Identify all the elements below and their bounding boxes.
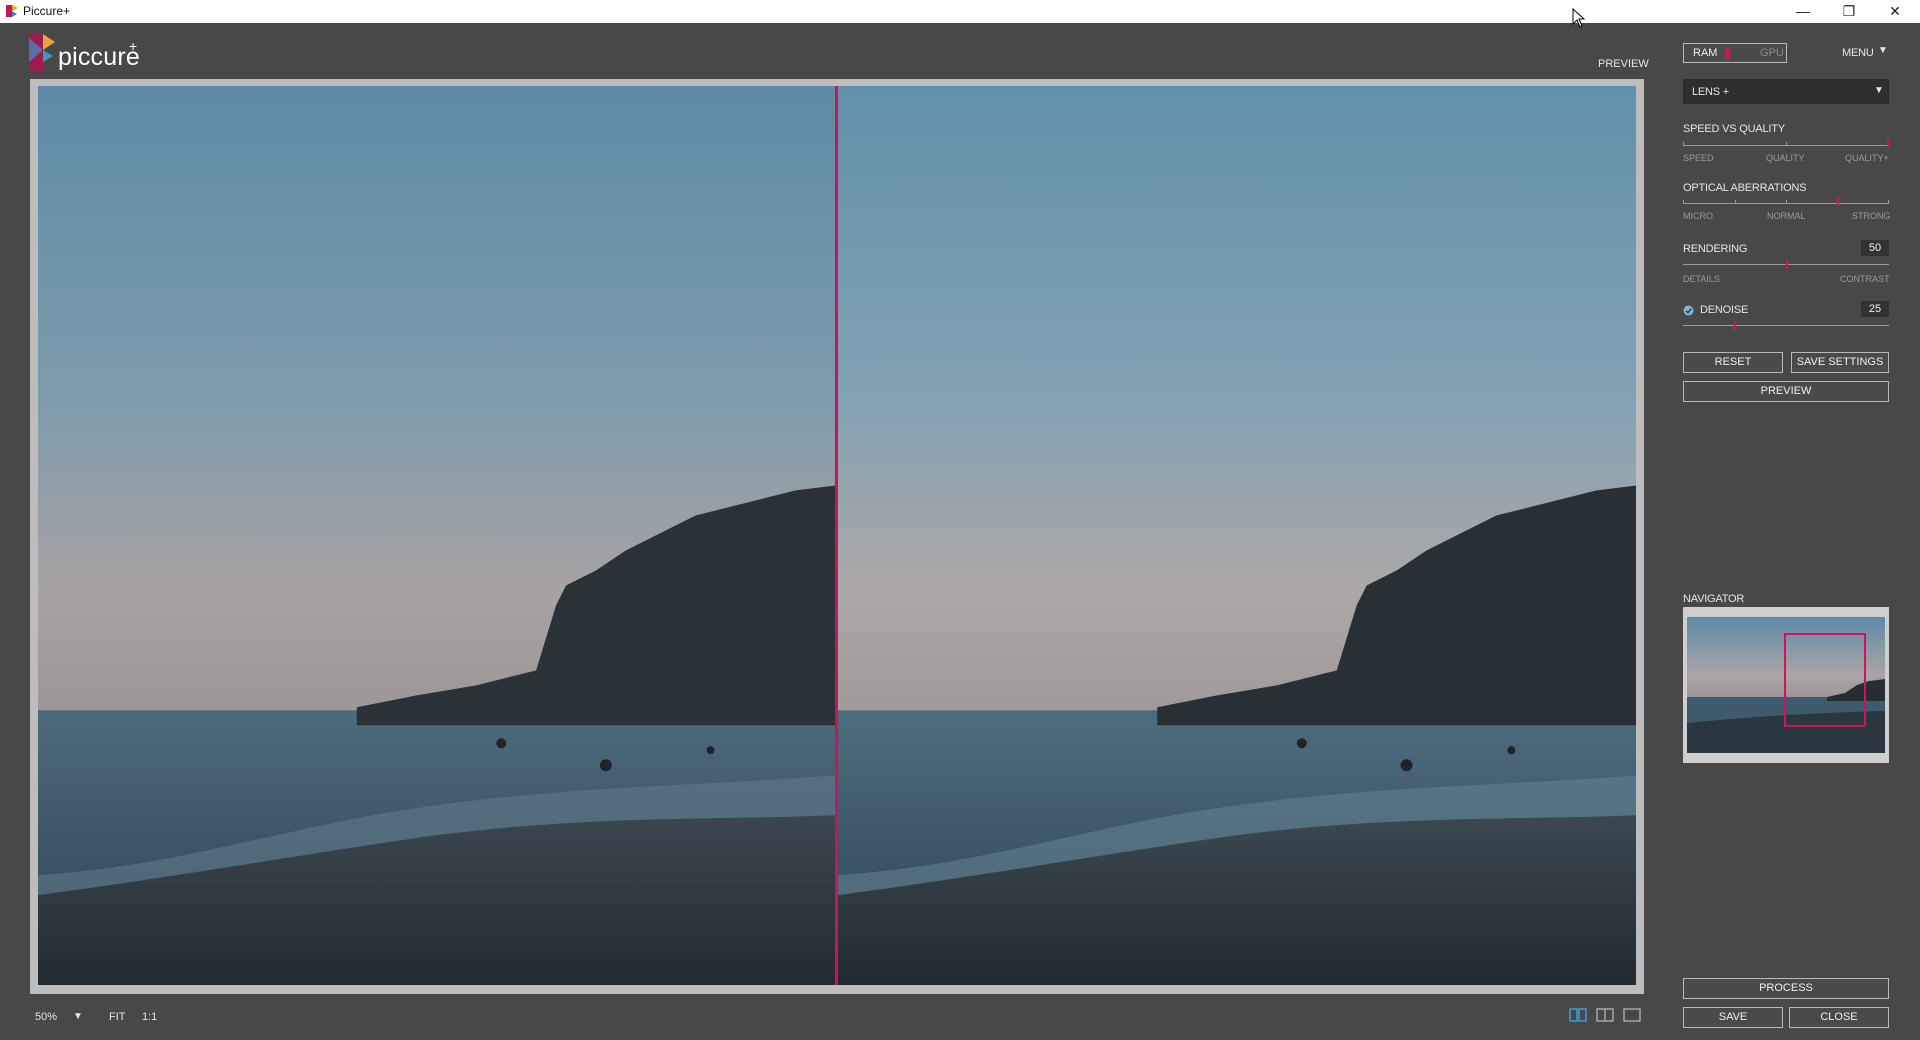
- reset-button[interactable]: RESET: [1683, 352, 1783, 373]
- save-settings-button[interactable]: SAVE SETTINGS: [1791, 352, 1889, 373]
- logo-wordmark: piccure: [58, 43, 140, 71]
- app-icon: [6, 5, 18, 17]
- denoise-checkbox-icon[interactable]: [1683, 305, 1694, 316]
- split-view-icon[interactable]: [1569, 1008, 1587, 1022]
- ram-label: RAM: [1693, 47, 1718, 59]
- one-to-one-button[interactable]: 1:1: [142, 1011, 157, 1023]
- optical-aberrations-title: OPTICAL ABERRATIONS: [1683, 182, 1807, 194]
- zoom-value[interactable]: 50%: [35, 1011, 57, 1023]
- mode-dropdown-icon: ▼: [1874, 85, 1884, 96]
- quality-label: QUALITY: [1766, 153, 1805, 163]
- navigator-title: NAVIGATOR: [1683, 593, 1745, 605]
- slider-tick: [1888, 200, 1889, 204]
- denoise-thumb[interactable]: [1734, 321, 1736, 330]
- speed-vs-quality-title: SPEED VS QUALITY: [1683, 123, 1785, 135]
- menu-button[interactable]: MENU: [1842, 47, 1874, 59]
- rendering-thumb[interactable]: [1786, 260, 1788, 269]
- logo-plus: +: [129, 38, 138, 54]
- mode-select[interactable]: LENS + ▼: [1683, 79, 1889, 104]
- compare-view-icon[interactable]: [1596, 1008, 1614, 1022]
- slider-tick: [1786, 142, 1787, 146]
- slider-tick: [1683, 142, 1684, 146]
- processed-image-pane[interactable]: [838, 86, 1636, 985]
- slider-tick: [1786, 200, 1787, 204]
- slider-tick: [1735, 200, 1736, 204]
- denoise-value[interactable]: 25: [1861, 301, 1889, 317]
- save-button[interactable]: SAVE: [1683, 1007, 1783, 1028]
- details-label: DETAILS: [1683, 274, 1720, 284]
- mouse-cursor-icon: [1572, 8, 1586, 28]
- landscape-photo-processed: [838, 86, 1636, 985]
- process-button[interactable]: PROCESS: [1683, 978, 1889, 999]
- menu-dropdown-icon[interactable]: ▼: [1878, 45, 1888, 56]
- slider-tick: [1683, 200, 1684, 204]
- speed-label: SPEED: [1683, 153, 1714, 163]
- strong-label: STRONG: [1852, 211, 1891, 221]
- micro-label: MICRO: [1683, 211, 1713, 221]
- normal-label: NORMAL: [1767, 211, 1806, 221]
- title-bar: Piccure+ — ❐ ✕: [0, 0, 1920, 23]
- minimize-icon[interactable]: —: [1780, 0, 1826, 23]
- ram-warning-icon: [1725, 48, 1730, 60]
- denoise-track[interactable]: [1683, 325, 1889, 326]
- rendering-value[interactable]: 50: [1861, 240, 1889, 256]
- preview-button[interactable]: PREVIEW: [1683, 381, 1889, 402]
- close-window-icon[interactable]: ✕: [1872, 0, 1918, 23]
- ram-gpu-toggle[interactable]: RAM GPU: [1683, 43, 1787, 63]
- navigator-panel[interactable]: [1683, 607, 1889, 763]
- speed-vs-quality-thumb[interactable]: [1887, 139, 1889, 148]
- contrast-label: CONTRAST: [1840, 274, 1890, 284]
- gpu-label: GPU: [1760, 47, 1784, 59]
- preview-label: PREVIEW: [1598, 58, 1649, 70]
- fit-button[interactable]: FIT: [109, 1011, 126, 1023]
- zoom-dropdown-icon[interactable]: ▼: [73, 1011, 83, 1022]
- mode-select-value: LENS +: [1692, 86, 1730, 98]
- quality-plus-label: QUALITY+: [1845, 153, 1889, 163]
- single-view-icon[interactable]: [1623, 1008, 1641, 1022]
- rendering-title: RENDERING: [1683, 243, 1748, 255]
- navigator-viewport-rect[interactable]: [1784, 633, 1866, 727]
- optical-aberrations-thumb[interactable]: [1837, 197, 1839, 206]
- window-title: Piccure+: [23, 4, 71, 18]
- logo-mark-icon: [29, 34, 55, 72]
- original-image-pane[interactable]: [38, 86, 835, 985]
- denoise-title: DENOISE: [1700, 304, 1749, 316]
- close-button[interactable]: CLOSE: [1789, 1007, 1889, 1028]
- restore-icon[interactable]: ❐: [1826, 0, 1872, 23]
- landscape-photo: [38, 86, 835, 985]
